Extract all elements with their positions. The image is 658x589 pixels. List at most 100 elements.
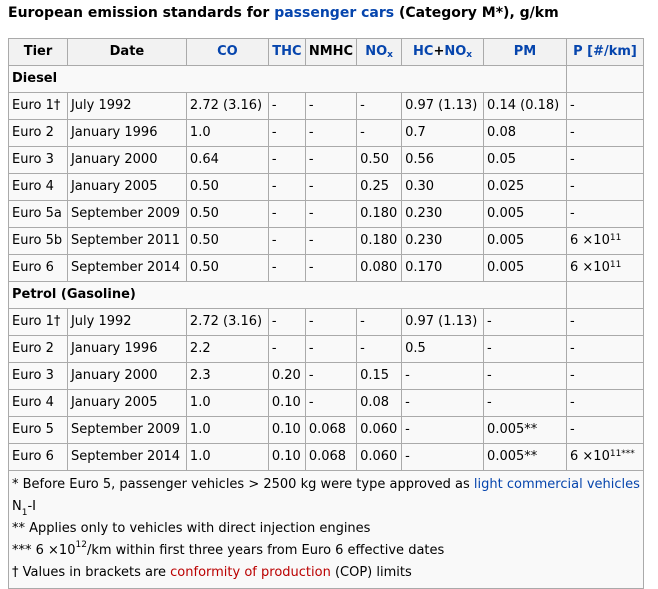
cell-nox: 0.080 bbox=[356, 254, 403, 282]
cell-co: 1.0 bbox=[185, 389, 269, 417]
header-thc-link[interactable]: THC bbox=[267, 38, 306, 66]
cell-p: 6 ×1011*** bbox=[566, 443, 644, 471]
cell-nox: - bbox=[356, 308, 403, 336]
cell-date: January 1996 bbox=[66, 335, 187, 363]
cell-thc: 0.20 bbox=[267, 362, 306, 390]
cell-co: 0.50 bbox=[185, 254, 269, 282]
cell-nox: - bbox=[356, 119, 403, 147]
cell-nox: 0.15 bbox=[356, 362, 403, 390]
cell-nmhc: 0.068 bbox=[304, 443, 358, 471]
cell-co: 0.50 bbox=[185, 173, 269, 201]
cell-pm: - bbox=[483, 335, 567, 363]
cell-nox: 0.180 bbox=[356, 227, 403, 255]
cell-tier: Euro 1† bbox=[8, 308, 68, 336]
cell-pm: - bbox=[483, 389, 567, 417]
cell-p: - bbox=[566, 335, 644, 363]
header-nox-link[interactable]: NOx bbox=[356, 38, 403, 66]
header-pm-link[interactable]: PM bbox=[483, 38, 567, 66]
header-p-link[interactable]: P [#/km] bbox=[566, 38, 644, 66]
light-commercial-vehicles-link[interactable]: light commercial vehicles bbox=[474, 477, 640, 492]
cell-p-exp: 11 bbox=[609, 233, 622, 243]
footnote-2: ** Applies only to vehicles with direct … bbox=[12, 521, 371, 536]
cell-hcnox: 0.5 bbox=[401, 335, 485, 363]
footnotes-cell: * Before Euro 5, passenger vehicles > 25… bbox=[8, 470, 644, 589]
cell-nox: - bbox=[356, 92, 403, 120]
cell-tier: Euro 3 bbox=[8, 362, 68, 390]
cell-date: September 2014 bbox=[66, 443, 187, 471]
cell-tier: Euro 5b bbox=[8, 227, 68, 255]
cell-hcnox: 0.97 (1.13) bbox=[401, 92, 485, 120]
cell-nmhc: - bbox=[304, 200, 358, 228]
cell-nox: 0.180 bbox=[356, 200, 403, 228]
table-row: Euro 2 January 1996 2.2- - -0.5- - bbox=[8, 335, 644, 363]
cell-p: - bbox=[566, 92, 644, 120]
cell-p-exp: 11 bbox=[609, 449, 622, 459]
cell-pm: 0.005 bbox=[483, 200, 567, 228]
table-row: Euro 2 January 1996 1.0- - -0.7 0.08- bbox=[8, 119, 644, 147]
header-hcnox-plus: + bbox=[433, 44, 445, 59]
emission-standards-table: Tier Date CO THC NMHC NOx HC+NOx PM P [#… bbox=[8, 38, 644, 589]
header-nox-main: NO bbox=[365, 44, 388, 59]
header-row: Tier Date CO THC NMHC NOx HC+NOx PM P [#… bbox=[8, 38, 644, 66]
cell-tier: Euro 4 bbox=[8, 173, 68, 201]
cell-thc: - bbox=[267, 308, 306, 336]
footnote-4: † Values in brackets are conformity of p… bbox=[12, 562, 640, 584]
cell-thc: - bbox=[267, 92, 306, 120]
cell-hcnox: 0.97 (1.13) bbox=[401, 308, 485, 336]
cell-pm: 0.05 bbox=[483, 146, 567, 174]
header-hcnox: HC+NOx bbox=[401, 38, 485, 66]
cell-thc: - bbox=[267, 119, 306, 147]
table-row: Euro 6 September 2014 1.0 0.10 0.068 0.060-0.… bbox=[8, 443, 644, 471]
cell-date: September 2009 bbox=[66, 200, 187, 228]
cell-nox: 0.060 bbox=[356, 443, 403, 471]
cell-nox: 0.08 bbox=[356, 389, 403, 417]
header-hcnox-no-link[interactable]: NO bbox=[444, 44, 466, 59]
cell-p: 6 ×1011 bbox=[566, 254, 644, 282]
cell-p: - bbox=[566, 308, 644, 336]
cell-co: 1.0 bbox=[185, 119, 269, 147]
cell-nmhc: - bbox=[304, 362, 358, 390]
cell-date: July 1992 bbox=[66, 92, 187, 120]
table-row: Euro 5 September 2009 1.0 0.10 0.068 0.060-0.… bbox=[8, 416, 644, 444]
cell-pm: 0.005** bbox=[483, 443, 567, 471]
cell-p: - bbox=[566, 119, 644, 147]
table-caption: European emission standards for passenge… bbox=[8, 4, 559, 22]
footnote-3: *** 6 ×1012/km within first three years … bbox=[12, 540, 640, 562]
cell-nmhc: - bbox=[304, 254, 358, 282]
cell-pm: 0.005 bbox=[483, 227, 567, 255]
cell-date: September 2014 bbox=[66, 254, 187, 282]
section-diesel-filler bbox=[566, 65, 644, 93]
cell-p-exp: 11 bbox=[609, 260, 622, 270]
cell-nmhc: - bbox=[304, 92, 358, 120]
table-row: Euro 3 January 2000 0.64- -0.50 0.56 0.05- bbox=[8, 146, 644, 174]
cell-pm: 0.025 bbox=[483, 173, 567, 201]
footnote-1-suffix: -I bbox=[27, 499, 36, 514]
cell-p-base: 6 ×10 bbox=[570, 233, 610, 248]
cell-hcnox: 0.7 bbox=[401, 119, 485, 147]
cell-p-base: 6 ×10 bbox=[570, 260, 610, 275]
cell-nmhc: - bbox=[304, 389, 358, 417]
cell-hcnox: - bbox=[401, 389, 485, 417]
table-row: Euro 3 January 2000 2.3 0.20-0.15- - - bbox=[8, 362, 644, 390]
cell-nmhc: - bbox=[304, 146, 358, 174]
header-co-link[interactable]: CO bbox=[185, 38, 269, 66]
section-row-petrol: Petrol (Gasoline) bbox=[8, 281, 644, 309]
cell-date: January 2005 bbox=[66, 389, 187, 417]
cell-nmhc: - bbox=[304, 119, 358, 147]
cell-co: 2.72 (3.16) bbox=[185, 92, 269, 120]
cell-co: 2.72 (3.16) bbox=[185, 308, 269, 336]
cell-pm: 0.14 (0.18) bbox=[483, 92, 567, 120]
cell-nox: - bbox=[356, 335, 403, 363]
cell-tier: Euro 4 bbox=[8, 389, 68, 417]
cell-p: - bbox=[566, 146, 644, 174]
passenger-cars-link[interactable]: passenger cars bbox=[274, 5, 394, 21]
cell-thc: 0.10 bbox=[267, 389, 306, 417]
cell-p-suffix: *** bbox=[621, 449, 635, 459]
cell-co: 0.50 bbox=[185, 227, 269, 255]
cell-thc: - bbox=[267, 146, 306, 174]
header-hcnox-hc-link[interactable]: HC bbox=[413, 44, 433, 59]
section-row-diesel: Diesel bbox=[8, 65, 644, 93]
table-row: Euro 4 January 2005 1.0 0.10-0.08- - - bbox=[8, 389, 644, 417]
section-diesel-label: Diesel bbox=[8, 65, 567, 93]
header-date: Date bbox=[66, 38, 187, 66]
